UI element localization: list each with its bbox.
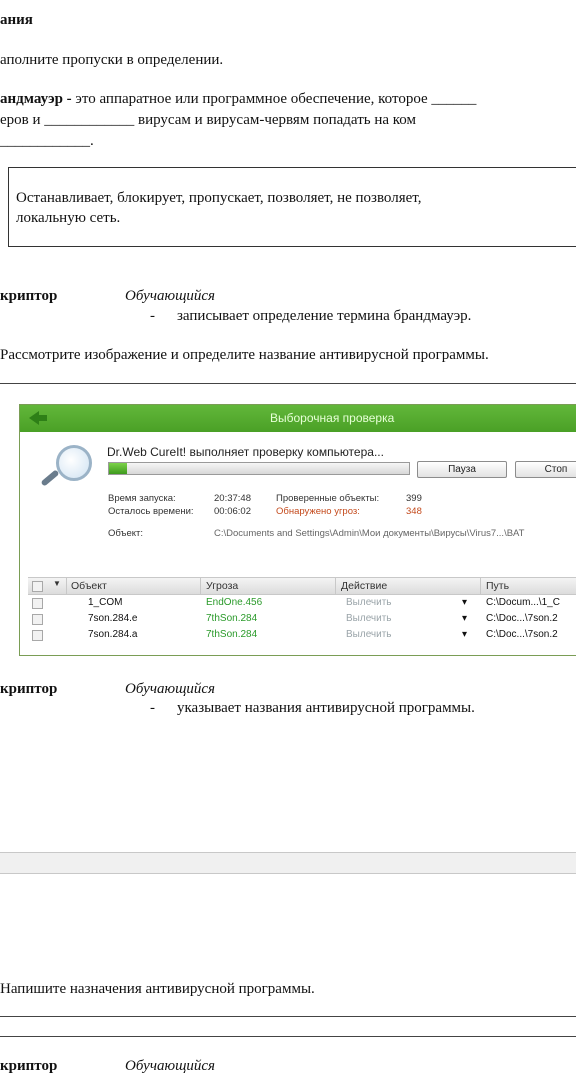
row-threat: EndOne.456 — [206, 597, 263, 608]
row-threat: 7thSon.284 — [206, 613, 258, 624]
learner-label: Обучающийся — [125, 288, 216, 304]
task1-definition-line3: ____________. — [0, 133, 94, 149]
term-firewall: андмауэр - — [0, 91, 72, 107]
row-object: 1_COM — [88, 597, 123, 608]
checked-objects-value: 399 — [406, 493, 422, 504]
threats-value: 348 — [406, 506, 422, 517]
column-action[interactable]: Действие — [341, 580, 387, 592]
row-action[interactable]: Вылечить — [346, 629, 392, 640]
scan-status: Dr.Web CureIt! выполняет проверку компью… — [107, 445, 384, 459]
column-threat[interactable]: Угроза — [206, 580, 238, 592]
action-dropdown-icon[interactable]: ▾ — [462, 597, 467, 608]
row-object: 7son.284.a — [88, 629, 138, 640]
column-path[interactable]: Путь — [486, 580, 509, 592]
start-time-value: 20:37:48 — [214, 493, 251, 504]
checked-objects-label: Проверенные объекты: — [276, 493, 380, 504]
scan-progress-bar — [108, 462, 410, 475]
descriptor-dash: - — [150, 700, 155, 716]
sort-arrow-icon[interactable]: ▼ — [53, 579, 61, 588]
learner-label: Обучающийся — [125, 1058, 216, 1074]
object-path: C:\Documents and Settings\Admin\Мои доку… — [214, 528, 525, 539]
row-path: C:\Doc...\7son.2 — [486, 613, 558, 624]
magnifier-icon — [56, 445, 92, 481]
action-dropdown-icon[interactable]: ▾ — [462, 629, 467, 640]
section-title: ания — [0, 12, 33, 28]
row-path: C:\Docum...\1_C — [486, 597, 560, 608]
word-bank-line2: локальную сеть. — [16, 210, 121, 226]
task2-instruction: Рассмотрите изображение и определите наз… — [0, 347, 489, 363]
window-title-bar: Выборочная проверка — [20, 405, 576, 432]
action-dropdown-icon[interactable]: ▾ — [462, 613, 467, 624]
learner-label: Обучающийся — [125, 681, 216, 697]
select-all-checkbox[interactable] — [32, 581, 43, 592]
task3-instruction: Напишите назначения антивирусной програм… — [0, 981, 315, 997]
descriptor-label: криптор — [0, 681, 58, 697]
row-path: C:\Doc...\7son.2 — [486, 629, 558, 640]
descriptor-text: указывает названия антивирусной программ… — [177, 700, 475, 716]
definition-text: это аппаратное или программное обеспечен… — [75, 91, 477, 107]
row-checkbox[interactable] — [32, 598, 43, 609]
table-row[interactable]: 7son.284.a 7thSon.284 Вылечить ▾ C:\Doc.… — [28, 627, 576, 643]
scan-progress-fill — [109, 463, 127, 474]
row-checkbox[interactable] — [32, 630, 43, 641]
threats-label: Обнаружено угроз: — [276, 506, 360, 517]
window-title: Выборочная проверка — [270, 411, 395, 425]
row-action[interactable]: Вылечить — [346, 613, 392, 624]
task1-definition-line1: андмауэр - это аппаратное или программно… — [0, 91, 476, 108]
start-time-label: Время запуска: — [108, 493, 176, 504]
row-action[interactable]: Вылечить — [346, 597, 392, 608]
pause-button[interactable]: Пауза — [417, 461, 507, 478]
descriptor-label: криптор — [0, 1058, 58, 1074]
answer-line — [0, 1036, 576, 1037]
answer-line — [0, 1016, 576, 1017]
task1-definition-line2: еров и ____________ вирусам и вирусам-че… — [0, 112, 417, 128]
page-break — [0, 852, 576, 874]
descriptor-label: криптор — [0, 288, 58, 304]
word-bank-box: Останавливает, блокирует, пропускает, по… — [8, 167, 576, 247]
row-object: 7son.284.e — [88, 613, 138, 624]
answer-line — [0, 383, 576, 384]
antivirus-screenshot: Выборочная проверка Dr.Web CureIt! выпол… — [19, 404, 576, 656]
table-row[interactable]: 7son.284.e 7thSon.284 Вылечить ▾ C:\Doc.… — [28, 611, 576, 627]
object-label: Объект: — [108, 528, 143, 539]
row-checkbox[interactable] — [32, 614, 43, 625]
row-threat: 7thSon.284 — [206, 629, 258, 640]
back-arrow-icon[interactable] — [29, 411, 47, 425]
task1-instruction: аполните пропуски в определении. — [0, 52, 224, 68]
descriptor-dash: - — [150, 308, 155, 324]
table-row[interactable]: 1_COM EndOne.456 Вылечить ▾ C:\Docum...\… — [28, 595, 576, 611]
column-object[interactable]: Объект — [71, 580, 107, 592]
results-table-header: ▼ Объект Угроза Действие Путь — [28, 577, 576, 595]
remaining-time-label: Осталось времени: — [108, 506, 194, 517]
remaining-time-value: 00:06:02 — [214, 506, 251, 517]
word-bank-line1: Останавливает, блокирует, пропускает, по… — [16, 190, 422, 206]
descriptor-text: записывает определение термина брандмауэ… — [177, 308, 472, 324]
magnifier-handle — [40, 469, 60, 487]
stop-button[interactable]: Стоп — [515, 461, 576, 478]
